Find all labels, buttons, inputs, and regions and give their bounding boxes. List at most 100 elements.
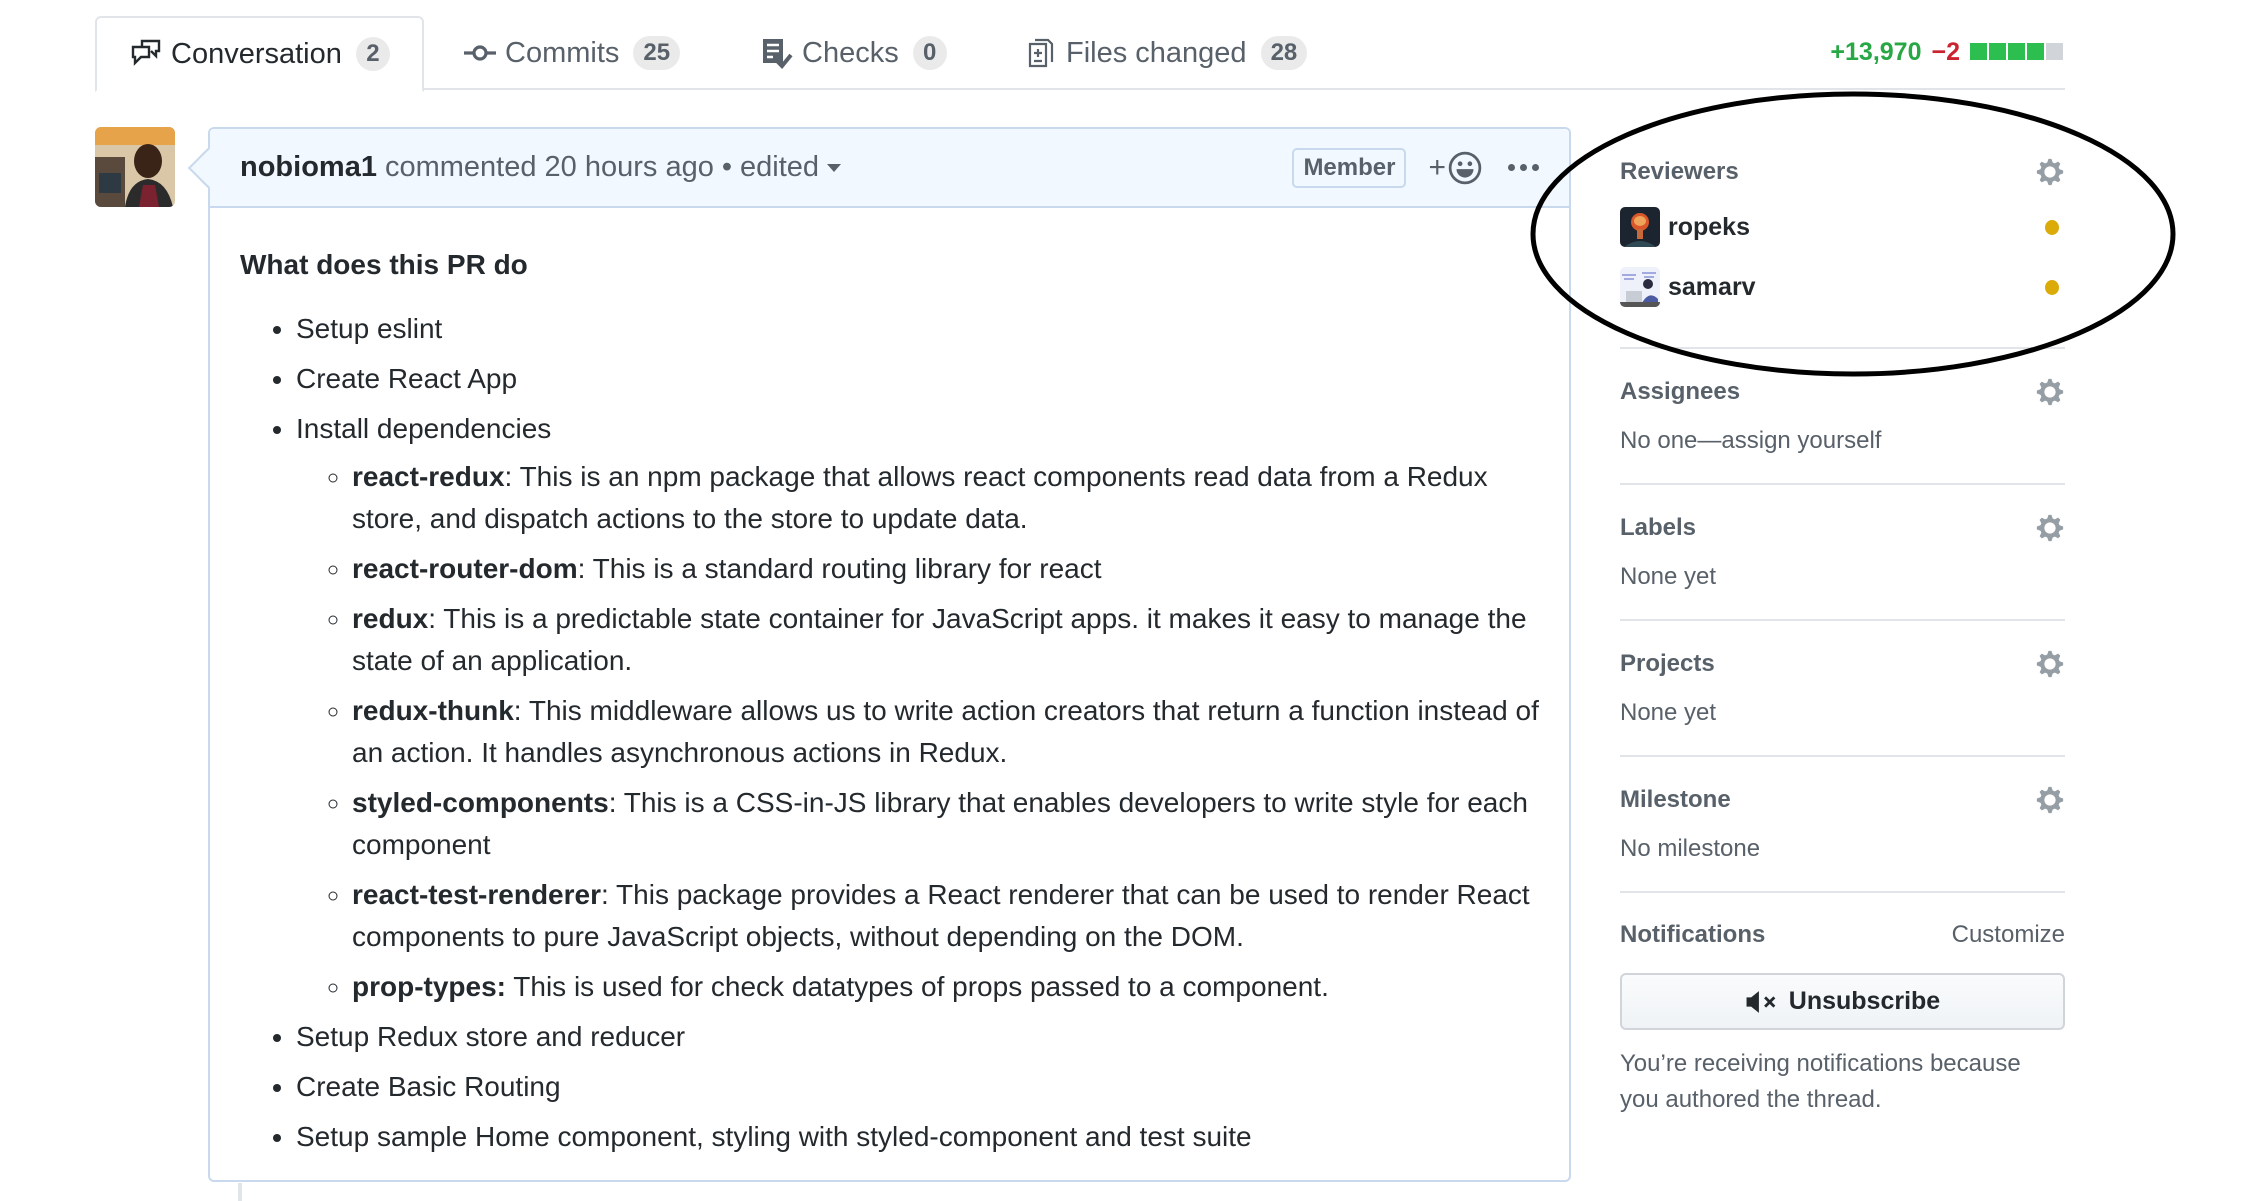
gear-icon[interactable] — [2035, 513, 2065, 543]
list-item: Create React App — [296, 358, 1539, 400]
gear-icon[interactable] — [2035, 377, 2065, 407]
unsubscribe-label: Unsubscribe — [1788, 987, 1941, 1015]
dependency-item: styled-components: This is a CSS-in-JS l… — [352, 782, 1539, 866]
gear-icon[interactable] — [2035, 157, 2065, 187]
list-item: Create Basic Routing — [296, 1066, 1539, 1108]
list-item-text: Create Basic Routing — [296, 1071, 561, 1102]
reviewer-item[interactable]: ropeks — [1620, 207, 2065, 247]
diffstat: +13,970 −2 — [1830, 38, 2065, 67]
timeline-line — [238, 1183, 242, 1201]
package-desc: : This is a standard routing library for… — [577, 553, 1102, 584]
customize-link[interactable]: Customize — [1952, 921, 2065, 949]
edited-dropdown[interactable]: edited — [740, 151, 842, 184]
tab-commits[interactable]: Commits 25 — [431, 16, 712, 90]
labels-value: None yet — [1620, 563, 1717, 590]
list-item-text: Install dependencies — [296, 413, 552, 444]
unsubscribe-button[interactable]: Unsubscribe — [1620, 973, 2065, 1030]
notification-reason: You’re receiving notifications because y… — [1620, 1050, 2021, 1113]
dependency-list: react-redux: This is an npm package that… — [296, 456, 1539, 1008]
reviewer-name: samarv — [1668, 272, 1756, 301]
milestone-value: No milestone — [1620, 835, 1761, 862]
comment-action: commented — [384, 151, 537, 183]
member-badge: Member — [1292, 147, 1407, 188]
tab-counter: 28 — [1260, 36, 1308, 70]
projects-section: Projects None yet — [1620, 621, 2065, 757]
assignees-section: Assignees No one—assign yourself — [1620, 349, 2065, 485]
git-commit-icon — [463, 36, 497, 70]
plus-label: + — [1428, 150, 1446, 184]
notifications-section: Notifications Customize Unsubscribe You’… — [1620, 893, 2065, 1146]
list-item-text: Setup Redux store and reducer — [296, 1021, 686, 1052]
tab-label: Checks — [802, 36, 899, 69]
tab-counter: 2 — [355, 37, 390, 71]
more-options-button[interactable] — [1508, 164, 1539, 171]
checklist-icon — [760, 36, 794, 70]
pr-sidebar: Reviewers ropeks samarv Assignees No one… — [1620, 127, 2065, 1146]
package-name: styled-components — [352, 787, 609, 818]
list-item-text: Setup sample Home component, styling wit… — [296, 1121, 1252, 1152]
add-reaction-button[interactable]: + — [1428, 151, 1482, 185]
reviewers-heading: Reviewers — [1620, 158, 1739, 185]
comment-timestamp[interactable]: 20 hours ago — [545, 151, 714, 184]
tab-conversation[interactable]: Conversation 2 — [95, 16, 424, 92]
kebab-dot — [1520, 164, 1527, 171]
diffstat-block-added — [2027, 43, 2044, 60]
projects-value: None yet — [1620, 699, 1717, 726]
package-name: redux-thunk — [352, 695, 514, 726]
kebab-dot — [1508, 164, 1515, 171]
labels-section: Labels None yet — [1620, 485, 2065, 621]
tab-counter: 25 — [633, 36, 681, 70]
comment-author[interactable]: nobioma1 — [240, 151, 377, 184]
package-name: prop-types: — [352, 971, 506, 1002]
pending-review-dot — [2045, 279, 2059, 295]
smiley-icon — [1448, 151, 1482, 185]
projects-heading: Projects — [1620, 650, 1715, 677]
package-name: redux — [352, 603, 429, 634]
reviewer-avatar — [1620, 267, 1660, 307]
list-item-text: Setup eslint — [296, 313, 443, 344]
reviewer-item[interactable]: samarv — [1620, 267, 2065, 307]
package-desc: This is used for check datatypes of prop… — [506, 971, 1329, 1002]
assign-yourself-link[interactable]: No one—assign yourself — [1620, 427, 2065, 455]
additions-count: +13,970 — [1830, 38, 1922, 66]
author-avatar[interactable] — [95, 127, 175, 207]
labels-heading: Labels — [1620, 514, 1697, 541]
dependency-item: react-router-dom: This is a standard rou… — [352, 548, 1539, 590]
pr-description-comment: nobioma1 commented 20 hours ago • edited… — [208, 127, 1571, 1182]
list-item: Setup sample Home component, styling wit… — [296, 1116, 1539, 1158]
pull-request-page: Conversation 2 Commits 25 Checks 0 Files… — [0, 0, 2247, 1201]
list-item: Setup eslint — [296, 308, 1539, 350]
list-item: Install dependencies react-redux: This i… — [296, 408, 1539, 1008]
package-name: react-test-renderer — [352, 879, 601, 910]
mute-icon — [1745, 989, 1779, 1015]
milestone-heading: Milestone — [1620, 786, 1731, 813]
tab-label: Commits — [505, 36, 620, 69]
gear-icon[interactable] — [2035, 649, 2065, 679]
deletions-count: −2 — [1931, 38, 1960, 66]
reviewers-section: Reviewers ropeks samarv — [1620, 127, 2065, 349]
diffstat-block-added — [2008, 43, 2025, 60]
separator: • — [721, 151, 733, 183]
diffstat-blocks — [1970, 38, 2065, 67]
gear-icon[interactable] — [2035, 785, 2065, 815]
assignees-heading: Assignees — [1620, 378, 1741, 405]
dependency-item: react-redux: This is an npm package that… — [352, 456, 1539, 540]
tab-checks[interactable]: Checks 0 — [728, 16, 979, 90]
reviewer-avatar — [1620, 207, 1660, 247]
tab-counter: 0 — [912, 36, 947, 70]
diffstat-block-added — [1970, 43, 1987, 60]
milestone-section: Milestone No milestone — [1620, 757, 2065, 893]
kebab-dot — [1532, 164, 1539, 171]
task-list: Setup eslint Create React App Install de… — [240, 308, 1539, 1158]
tab-label: Conversation — [171, 37, 342, 70]
pr-tab-nav: Conversation 2 Commits 25 Checks 0 Files… — [95, 16, 2065, 92]
pending-review-dot — [2045, 219, 2059, 235]
tab-files-changed[interactable]: Files changed 28 — [992, 16, 1339, 90]
edited-label: edited — [740, 151, 820, 183]
package-desc: : This is a predictable state container … — [352, 603, 1527, 676]
comment-body: What does this PR do Setup eslint Create… — [210, 208, 1569, 1158]
reviewer-name: ropeks — [1668, 212, 1750, 241]
list-item: Setup Redux store and reducer — [296, 1016, 1539, 1058]
package-name: react-redux — [352, 461, 505, 492]
comment-header: nobioma1 commented 20 hours ago • edited… — [210, 129, 1569, 208]
